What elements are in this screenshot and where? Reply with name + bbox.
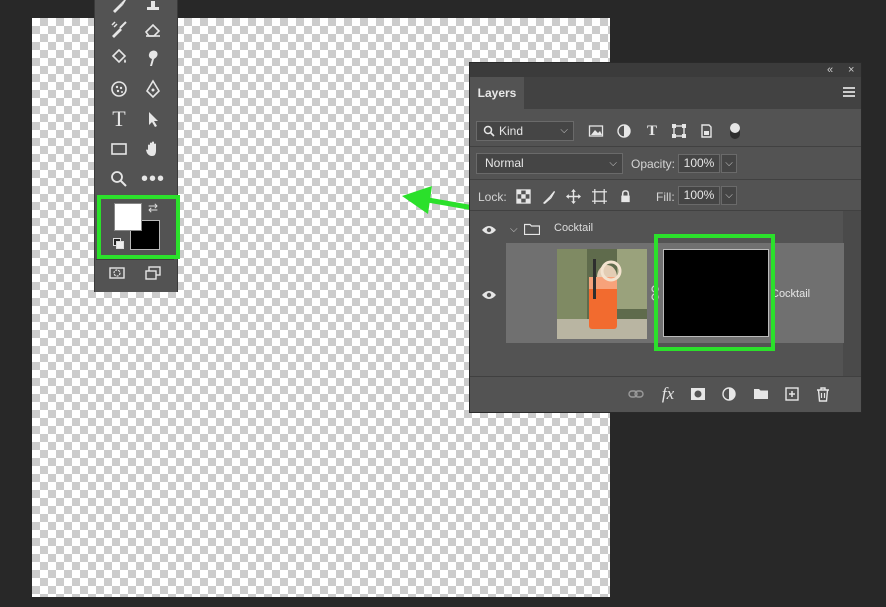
new-layer-icon[interactable] bbox=[783, 385, 801, 403]
collapse-panel-icon[interactable]: « bbox=[827, 63, 833, 77]
fill-label: Fill: bbox=[656, 190, 675, 204]
lock-transparent-pixels-icon[interactable] bbox=[514, 187, 532, 205]
adjustment-layer-icon[interactable] bbox=[720, 385, 738, 403]
tab-layers[interactable]: Layers bbox=[470, 77, 524, 109]
expand-chevron-icon[interactable]: ⌵ bbox=[510, 224, 518, 235]
new-group-icon[interactable] bbox=[752, 385, 770, 403]
blend-mode-select[interactable]: Normal ⌵ bbox=[476, 153, 623, 174]
opacity-label: Opacity: bbox=[631, 157, 676, 171]
trash-icon[interactable] bbox=[814, 385, 832, 403]
visibility-eye-icon[interactable] bbox=[481, 290, 497, 300]
panel-menu-icon[interactable] bbox=[843, 87, 855, 97]
layer-group-row[interactable]: ⌵ Cocktail bbox=[470, 217, 844, 243]
layers-scrollbar[interactable] bbox=[843, 211, 861, 376]
lock-label: Lock: bbox=[478, 190, 507, 204]
lock-image-pixels-icon[interactable] bbox=[539, 187, 557, 205]
lock-all-icon[interactable] bbox=[616, 187, 634, 205]
divider bbox=[470, 179, 861, 180]
adjustment-filter-icon[interactable] bbox=[614, 121, 634, 141]
folder-icon bbox=[524, 223, 540, 235]
layers-panel: « × Layers Kind ⌵ T Normal ⌵ Opacity: 10… bbox=[469, 62, 862, 413]
panel-title-bar bbox=[470, 63, 861, 77]
foreground-color-swatch[interactable] bbox=[114, 203, 142, 231]
link-icon[interactable] bbox=[627, 385, 645, 403]
mask-link-icon[interactable] bbox=[651, 285, 659, 301]
visibility-eye-icon[interactable] bbox=[481, 225, 497, 235]
fx-icon[interactable]: fx bbox=[659, 384, 677, 403]
layer-row[interactable]: Cocktail bbox=[506, 243, 844, 343]
layer-thumbnail[interactable] bbox=[557, 249, 647, 339]
layers-action-bar: fx bbox=[470, 376, 861, 412]
divider bbox=[470, 146, 861, 147]
type-filter-icon[interactable]: T bbox=[642, 121, 662, 141]
search-icon bbox=[483, 125, 495, 137]
fill-input[interactable]: 100% bbox=[678, 186, 720, 205]
close-panel-icon[interactable]: × bbox=[848, 63, 854, 77]
blend-mode-value: Normal bbox=[485, 156, 524, 170]
layer-mask-thumbnail[interactable] bbox=[663, 249, 769, 337]
chevron-down-icon: ⌵ bbox=[609, 158, 617, 169]
shape-filter-icon[interactable] bbox=[669, 121, 689, 141]
kind-filter-label: Kind bbox=[499, 124, 524, 138]
smart-object-filter-icon[interactable] bbox=[696, 121, 716, 141]
group-name: Cocktail bbox=[554, 222, 594, 234]
add-mask-icon[interactable] bbox=[689, 385, 707, 403]
lock-artboard-icon[interactable] bbox=[590, 187, 608, 205]
panel-tabs: Layers bbox=[470, 77, 861, 109]
lock-position-icon[interactable] bbox=[564, 187, 582, 205]
layer-name: Cocktail bbox=[771, 288, 811, 300]
kind-filter-select[interactable]: Kind ⌵ bbox=[476, 121, 574, 141]
pixel-filter-icon[interactable] bbox=[586, 121, 606, 141]
opacity-dropdown-button[interactable]: ⌵ bbox=[721, 154, 737, 173]
fill-dropdown-button[interactable]: ⌵ bbox=[721, 186, 737, 205]
chevron-down-icon: ⌵ bbox=[560, 125, 568, 136]
opacity-input[interactable]: 100% bbox=[678, 154, 720, 173]
filter-toggle-switch[interactable] bbox=[730, 123, 740, 139]
